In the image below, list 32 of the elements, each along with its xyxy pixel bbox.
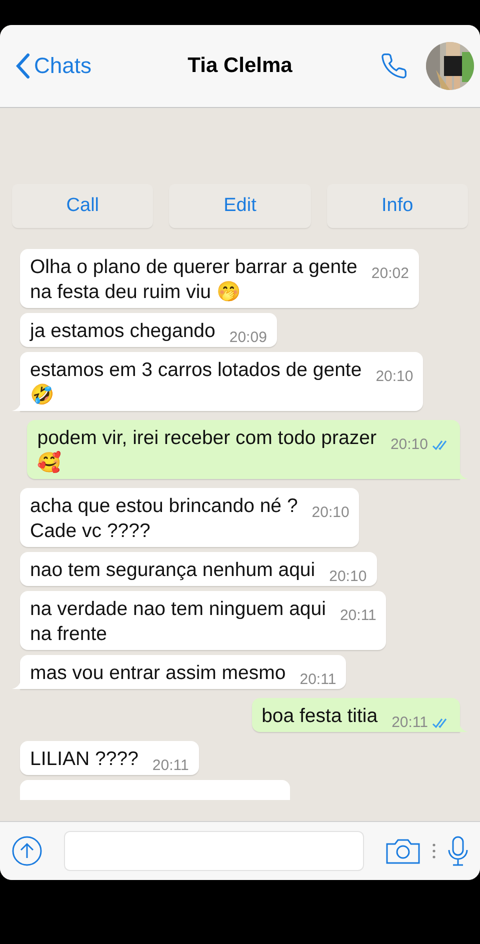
- phone-icon[interactable]: [380, 52, 408, 80]
- message-time: 20:10: [376, 368, 414, 386]
- message-text: acha que estou brincando né ? Cade vc ????: [30, 494, 298, 544]
- message-time: 20:10: [312, 504, 350, 522]
- action-button[interactable]: Call: [12, 184, 154, 228]
- message-text: LILIAN ????: [30, 747, 138, 772]
- message-text: na verdade nao tem ninguem aqui na frente: [30, 597, 326, 647]
- chat-title: Tia Clelma: [188, 54, 292, 78]
- message-time: 20:11: [300, 671, 336, 689]
- message-time: 20:02: [371, 265, 409, 283]
- message-time: 20:11: [152, 757, 189, 775]
- message-time: 20:10: [329, 568, 367, 586]
- microphone-icon[interactable]: [448, 836, 468, 866]
- message-time: 20:11: [392, 714, 428, 732]
- message-time: 20:09: [229, 329, 267, 347]
- message-text: podem vir, irei receber com todo prazer 🥰: [37, 426, 376, 476]
- message-text: boa festa titia: [262, 704, 378, 729]
- message-time: 20:11: [340, 607, 376, 625]
- message-input[interactable]: [64, 831, 364, 871]
- message-text: mas vou entrar assim mesmo: [30, 661, 286, 686]
- upload-icon[interactable]: [12, 836, 42, 866]
- action-button[interactable]: Info: [326, 184, 468, 228]
- message-text: estamos em 3 carros lotados de gente 🤣: [30, 358, 362, 408]
- message-text: nao tem segurança nenhum aqui: [30, 558, 316, 583]
- message-text: Olha o plano de querer barrar a gente na festa deu ruim viu 🤭: [30, 255, 358, 305]
- chevron-left-icon: [16, 53, 30, 79]
- back-button[interactable]: Chats: [16, 53, 92, 79]
- action-button[interactable]: Edit: [169, 184, 311, 228]
- more-icon[interactable]: [432, 843, 436, 859]
- message-time: 20:10: [390, 436, 428, 454]
- message-text: ja estamos chegando: [30, 319, 216, 344]
- camera-icon[interactable]: [386, 837, 420, 865]
